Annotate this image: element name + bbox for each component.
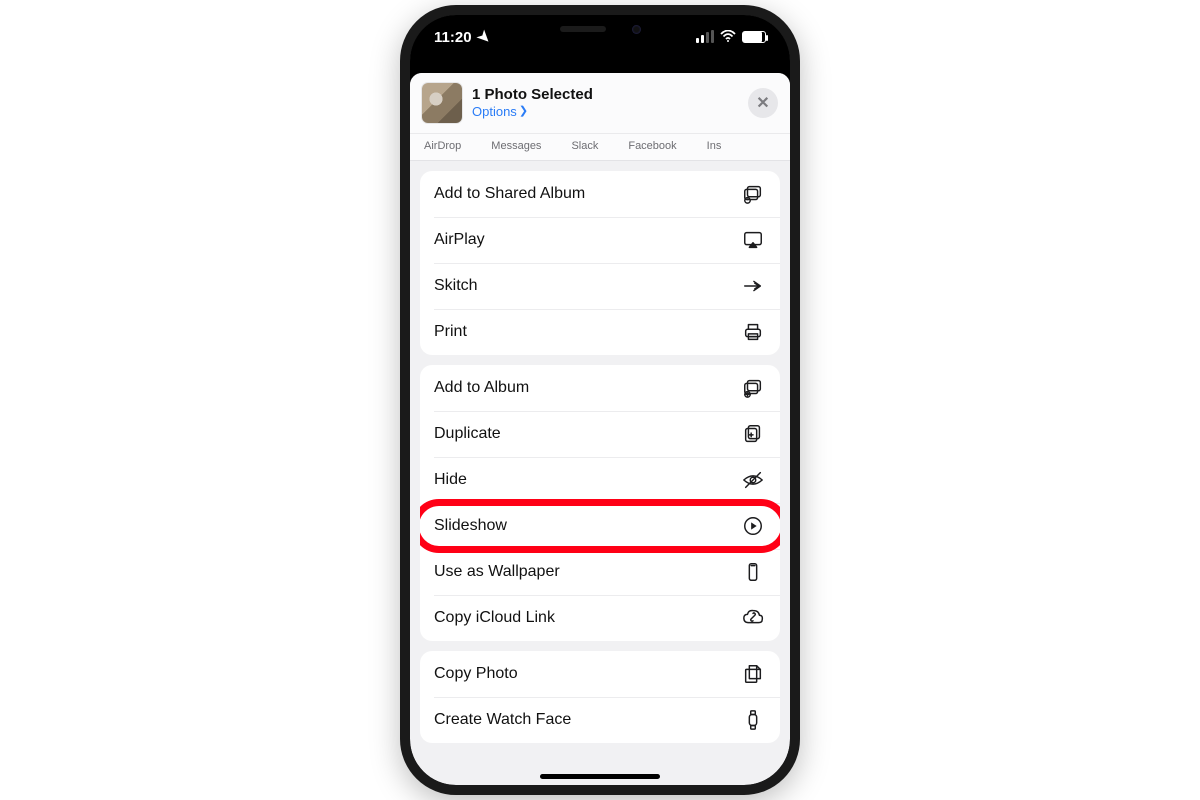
notch [505,15,695,43]
wallpaper-icon [740,561,766,583]
slideshow-icon [740,515,766,537]
duplicate-icon [740,423,766,445]
action-copy-photo[interactable]: Copy Photo [420,651,780,697]
action-print[interactable]: Print [420,309,780,355]
home-indicator[interactable] [540,774,660,779]
icloud-link-icon [740,607,766,629]
action-create-watch-face[interactable]: Create Watch Face [420,697,780,743]
print-icon [740,321,766,343]
copy-photo-icon [740,663,766,685]
close-button[interactable]: ✕ [748,88,778,118]
action-group: Copy Photo Create Watch Face [420,651,780,743]
close-icon: ✕ [756,93,769,113]
airplay-icon [740,229,766,251]
action-add-to-shared-album[interactable]: Add to Shared Album [420,171,780,217]
action-add-to-album[interactable]: Add to Album [420,365,780,411]
shared-album-icon [740,183,766,205]
status-time: 11:20 [434,29,472,46]
action-group: Add to Album Duplicate Hide Slideshow [420,365,780,641]
share-target-messages[interactable]: Messages [491,140,541,152]
screen: 11:20 ➤ 1 Photo Selected Options ❯ [410,15,790,785]
share-sheet: 1 Photo Selected Options ❯ ✕ AirDrop Mes… [410,73,790,785]
action-group: Add to Shared Album AirPlay Skitch Print [420,171,780,355]
options-label: Options [472,104,517,120]
iphone-frame: 11:20 ➤ 1 Photo Selected Options ❯ [400,5,800,795]
battery-icon [742,31,766,43]
watch-face-icon [740,709,766,731]
action-copy-icloud-link[interactable]: Copy iCloud Link [420,595,780,641]
share-target-slack[interactable]: Slack [571,140,598,152]
share-target-row[interactable]: AirDrop Messages Slack Facebook Ins [410,134,790,161]
add-album-icon [740,377,766,399]
action-hide[interactable]: Hide [420,457,780,503]
action-slideshow[interactable]: Slideshow [420,503,780,549]
action-airplay[interactable]: AirPlay [420,217,780,263]
share-sheet-title: 1 Photo Selected [472,86,738,104]
location-arrow-icon: ➤ [473,26,495,48]
share-sheet-header: 1 Photo Selected Options ❯ ✕ [410,73,790,134]
wifi-icon [720,29,736,46]
action-skitch[interactable]: Skitch [420,263,780,309]
cellular-signal-icon [696,31,714,43]
hide-icon [740,469,766,491]
action-use-as-wallpaper[interactable]: Use as Wallpaper [420,549,780,595]
skitch-icon [740,275,766,297]
chevron-right-icon: ❯ [519,105,528,118]
share-target-instagram[interactable]: Ins [707,140,722,152]
options-button[interactable]: Options ❯ [472,104,738,120]
share-target-airdrop[interactable]: AirDrop [424,140,461,152]
share-target-facebook[interactable]: Facebook [628,140,676,152]
action-duplicate[interactable]: Duplicate [420,411,780,457]
actions-list[interactable]: Add to Shared Album AirPlay Skitch Print [410,161,790,785]
selected-photo-thumbnail[interactable] [422,83,462,123]
